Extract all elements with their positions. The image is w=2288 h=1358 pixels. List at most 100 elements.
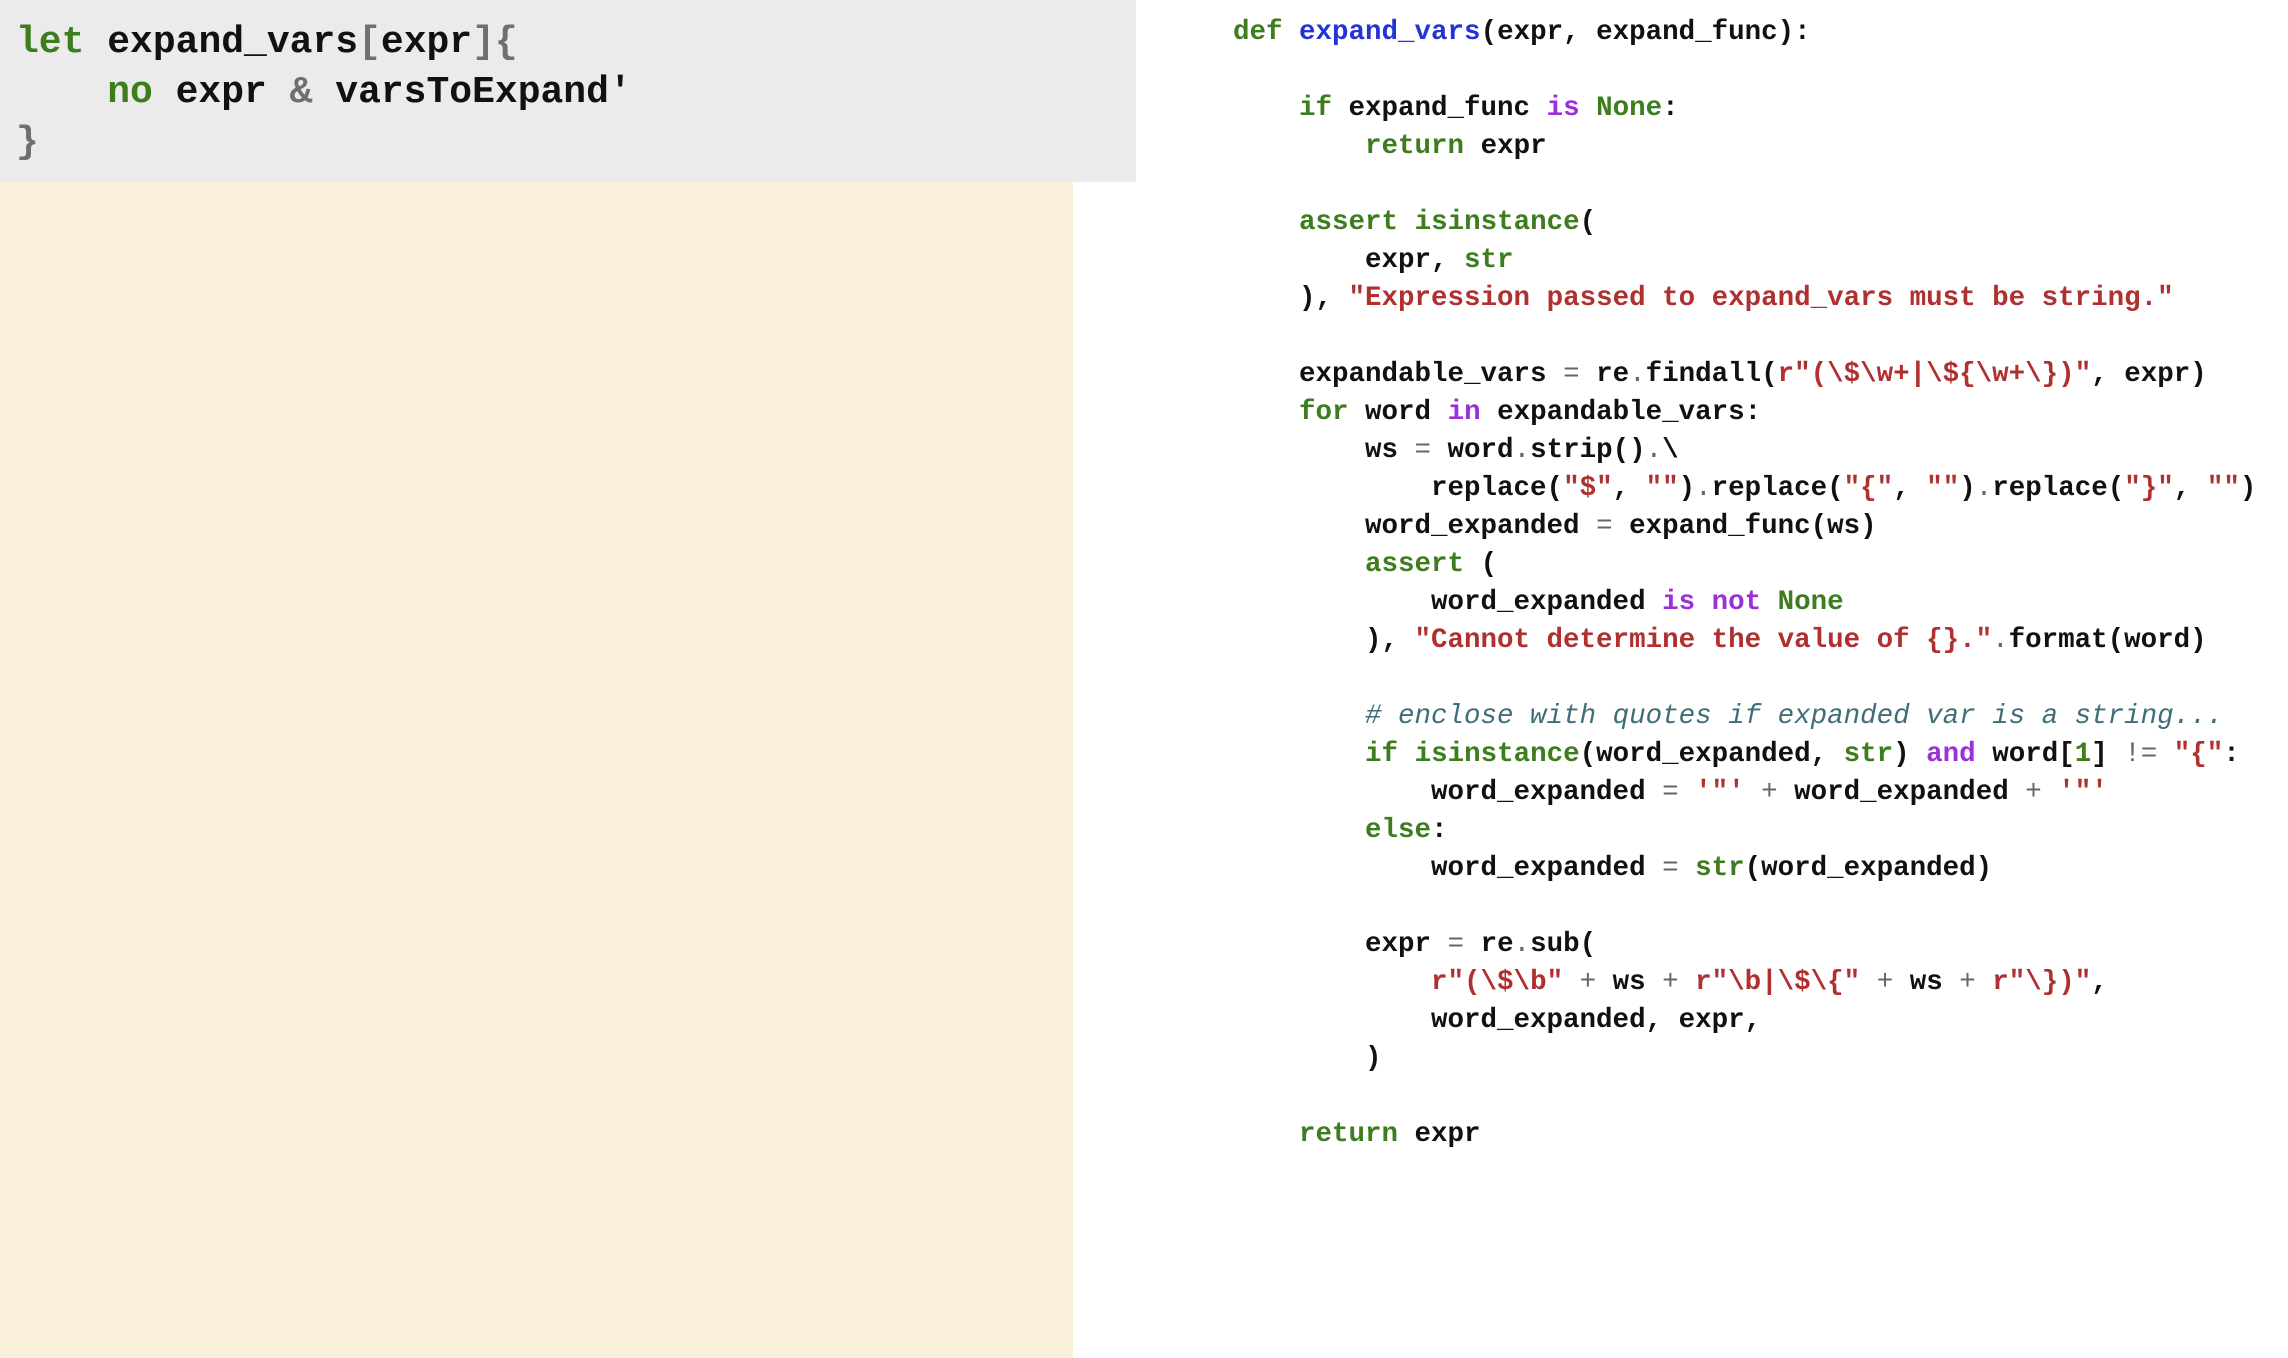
code-token: :	[2223, 739, 2240, 770]
code-token: , expr)	[2091, 359, 2207, 390]
code-token: ,	[2173, 473, 2207, 504]
code-token: ,	[2091, 967, 2108, 998]
code-token: =	[1662, 853, 1679, 884]
code-token: &	[289, 71, 313, 114]
code-token: .	[1513, 435, 1531, 466]
code-token: findall(	[1645, 359, 1778, 390]
code-token: "$"	[1563, 473, 1613, 504]
code-line: word_expanded, expr,	[1233, 1005, 1761, 1036]
code-token: word_expanded	[1233, 511, 1597, 542]
code-token: .	[1695, 473, 1712, 504]
code-token: expr	[152, 71, 290, 114]
code-token: +	[2025, 777, 2042, 808]
code-token: word_expanded	[1777, 777, 2026, 808]
code-token: +	[1579, 967, 1597, 998]
code-token: replace(	[1992, 473, 2125, 504]
code-line: if isinstance(word_expanded, str) and wo…	[1233, 739, 2240, 770]
code-token: (word_expanded)	[1744, 853, 1993, 884]
code-token: if	[1299, 93, 1333, 124]
code-token: =	[1563, 359, 1580, 390]
code-line: if expand_func is None:	[1233, 93, 1679, 124]
code-line: word_expanded = str(word_expanded)	[1233, 853, 1992, 884]
code-line: )	[1233, 1043, 1382, 1074]
code-line: word_expanded = '"' + word_expanded + '"…	[1233, 777, 2108, 808]
code-token: "{"	[1843, 473, 1894, 504]
code-line: ), "Expression passed to expand_vars mus…	[1233, 283, 2174, 314]
code-token: word_expanded, expr,	[1233, 1005, 1762, 1036]
code-token: expr,	[1233, 245, 1465, 276]
right-code-panel	[0, 182, 1073, 1358]
code-token: return	[1299, 1119, 1399, 1150]
code-token: :	[1662, 93, 1679, 124]
code-token: (	[1464, 549, 1498, 580]
code-line: def expand_vars(expr, expand_func):	[1233, 17, 1811, 48]
code-token: ws	[1893, 967, 1960, 998]
code-token: (expr, expand_func):	[1480, 17, 1811, 48]
code-token: is	[1662, 587, 1696, 618]
code-token: None	[1596, 93, 1663, 124]
right-code-block: def expand_vars(expr, expand_func): if e…	[1233, 14, 2256, 1154]
code-token: }	[16, 121, 39, 164]
code-token: )	[1893, 739, 1927, 770]
code-line: word_expanded is not None	[1233, 587, 1844, 618]
code-token: def	[1233, 17, 1283, 48]
code-token: strip()	[1530, 435, 1646, 466]
code-line: assert (	[1233, 549, 1497, 580]
code-token: # enclose with quotes if expanded var is…	[1365, 701, 2224, 732]
code-line: return expr	[1233, 131, 1547, 162]
code-token: expandable_vars	[1233, 359, 1564, 390]
code-line: ), "Cannot determine the value of {}.".f…	[1233, 625, 2207, 656]
code-token: str	[1464, 245, 1514, 276]
code-token: =	[1414, 435, 1432, 466]
code-token: ),	[1233, 283, 1349, 314]
code-token: )	[2239, 473, 2257, 504]
code-token: expr	[1398, 1119, 1481, 1150]
code-token: expand_vars	[107, 21, 359, 64]
code-token: no	[107, 71, 153, 114]
code-token: re	[1579, 359, 1630, 390]
code-token: +	[1761, 777, 1778, 808]
code-token: return	[1365, 131, 1465, 162]
code-token: [	[358, 21, 381, 64]
code-token: assert	[1299, 207, 1399, 238]
code-token: '"'	[2058, 777, 2108, 808]
code-token: isinstance	[1414, 739, 1580, 770]
code-token: and	[1926, 739, 1976, 770]
code-token: ""	[1645, 473, 1679, 504]
code-token: (	[1579, 207, 1597, 238]
code-line: ws = word.strip().\	[1233, 435, 1679, 466]
code-token: =	[1662, 777, 1679, 808]
code-token: r"\b|\$\{"	[1695, 967, 1861, 998]
code-token: r"(\$\w+|\${\w+\})"	[1777, 359, 2092, 390]
code-token: ,	[1893, 473, 1927, 504]
code-token: "Expression passed to expand_vars must b…	[1348, 283, 2174, 314]
code-line: replace("$", "").replace("{", "").replac…	[1233, 473, 2256, 504]
code-token: in	[1447, 397, 1481, 428]
code-token: .	[1992, 625, 2009, 656]
code-token: "{"	[2173, 739, 2224, 770]
code-token: word	[1431, 435, 1514, 466]
code-token: )	[1959, 473, 1976, 504]
code-token: ,	[1612, 473, 1646, 504]
code-line: expr, str	[1233, 245, 1514, 276]
left-code-block: let expand_vars[expr]{ no expr & varsToE…	[16, 18, 632, 168]
code-token: ]	[2091, 739, 2125, 770]
code-line: for word in expandable_vars:	[1233, 397, 1761, 428]
code-token: !=	[2124, 739, 2158, 770]
code-token: assert	[1365, 549, 1465, 580]
